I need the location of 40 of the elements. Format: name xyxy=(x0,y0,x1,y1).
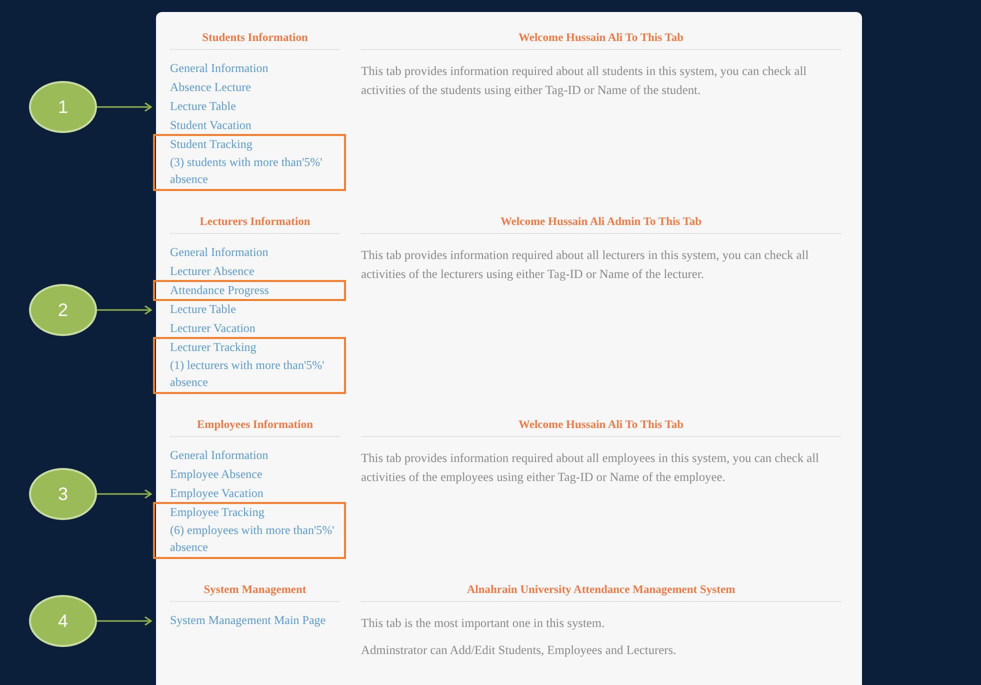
nav-link[interactable]: Student Tracking (3) students with more than'5%' absence xyxy=(154,135,345,190)
tracking-link[interactable]: (1) lecturers with more than'5%' absence xyxy=(170,357,339,393)
nav-link[interactable]: General Information xyxy=(154,243,345,262)
nav-link[interactable]: Employee Absence xyxy=(154,465,345,484)
callout-number: 3 xyxy=(29,468,97,520)
nav-link[interactable]: System Management Main Page xyxy=(154,611,345,630)
tab-title: Welcome Hussain Ali Admin To This Tab xyxy=(361,216,841,234)
description-text: This tab is the most important one in this system. xyxy=(361,615,606,632)
nav-link[interactable]: Student Vacation xyxy=(154,116,345,135)
tab-title: Alnahrain University Attendance Management System xyxy=(361,584,841,602)
tab-title: Welcome Hussain Ali To This Tab xyxy=(361,419,841,437)
nav-link[interactable]: Lecture Table xyxy=(154,97,345,116)
section-heading: Students Information xyxy=(170,32,340,50)
section-heading: Lecturers Information xyxy=(170,216,340,234)
nav-link[interactable]: General Information xyxy=(154,59,345,78)
tab-title: Welcome Hussain Ali To This Tab xyxy=(361,32,841,50)
description-text: This tab provides information required about all lecturers in this system, you can check all activities of the lecturers using either Tag-ID or Name of the lecturer. xyxy=(361,247,810,283)
nav-link[interactable]: Employee Tracking (6) employees with more than'5%' absence xyxy=(154,503,345,558)
callout-number: 4 xyxy=(29,595,97,647)
callout-number: 2 xyxy=(29,284,97,336)
arrow-icon xyxy=(97,102,153,112)
nav-link[interactable]: Lecturer Absence xyxy=(154,262,345,281)
arrow-icon xyxy=(97,489,153,499)
nav-link[interactable]: Lecturer Vacation xyxy=(154,319,345,338)
arrow-icon xyxy=(97,305,153,315)
nav-link[interactable]: Employee Vacation xyxy=(154,484,345,503)
description-text: This tab provides information required about all employees in this system, you can check all activities of the employees using either Tag-ID or Name of the employee. xyxy=(361,450,820,486)
tracking-link[interactable]: (6) employees with more than'5%' absence xyxy=(170,522,339,558)
description-text: Adminstrator can Add/Edit Students, Employees and Lecturers. xyxy=(361,642,678,659)
tracking-link[interactable]: (3) students with more than'5%' absence xyxy=(170,154,339,190)
section-heading: Employees Information xyxy=(170,419,340,437)
description-text: This tab provides information required about all students in this system, you can check all activities of the students using either Tag-ID or Name of the student. xyxy=(361,63,808,99)
nav-link[interactable]: Lecture Table xyxy=(154,300,345,319)
nav-link[interactable]: Attendance Progress xyxy=(154,281,345,300)
section-heading: System Management xyxy=(170,584,340,602)
nav-link[interactable]: Lecturer Tracking (1) lecturers with more than'5%' absence xyxy=(154,338,345,393)
callout-number: 1 xyxy=(29,81,97,133)
nav-link[interactable]: Absence Lecture xyxy=(154,78,345,97)
arrow-icon xyxy=(97,616,153,626)
nav-link[interactable]: General Information xyxy=(154,446,345,465)
